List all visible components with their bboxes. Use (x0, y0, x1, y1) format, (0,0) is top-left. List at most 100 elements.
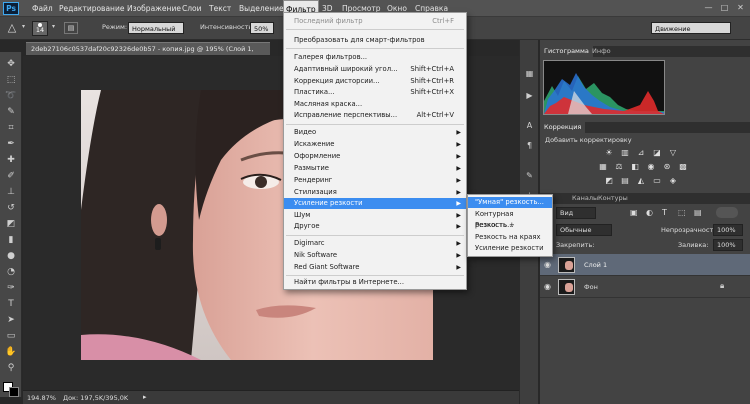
maximize-icon[interactable]: □ (719, 3, 730, 13)
menu-select[interactable]: Выделение (237, 0, 286, 17)
stamp-tool-icon[interactable]: ⊥ (5, 186, 17, 198)
gradient-tool-icon[interactable]: ▮ (5, 234, 17, 246)
menu-item-adaptive-wide-angle[interactable]: Адаптивный широкий угол... Shift+Ctrl+A (284, 64, 466, 75)
menu-item-digimarc[interactable]: Digimarc ▶ (284, 238, 466, 249)
actions-panel-icon[interactable]: ▶ (524, 90, 535, 101)
workspace-select[interactable]: Движение (651, 22, 731, 34)
eye-icon[interactable]: ◉ (544, 260, 551, 269)
menu-edit[interactable]: Редактирование (57, 0, 126, 17)
marquee-tool-icon[interactable]: ⬚ (5, 74, 17, 86)
menu-item-filter-gallery[interactable]: Галерея фильтров... (284, 52, 466, 63)
menu-item-vanishing-point[interactable]: Исправление перспективы... Alt+Ctrl+V (284, 110, 466, 121)
menu-item-other[interactable]: Другое ▶ (284, 221, 466, 232)
filter-type-icon[interactable]: T (662, 208, 667, 217)
tab-histogram[interactable]: Гистограмма (540, 46, 593, 57)
layer-row-background[interactable]: ◉ Фон 🔒︎ (540, 276, 750, 298)
filter-smart-icon[interactable]: ▤ (694, 208, 702, 217)
menu-layers[interactable]: Слои (180, 0, 204, 17)
menu-item-stylize[interactable]: Стилизация ▶ (284, 187, 466, 198)
tab-info[interactable]: Инфо (588, 46, 615, 57)
history-brush-tool-icon[interactable]: ↺ (5, 202, 17, 214)
selective-color-icon[interactable]: ◈ (668, 176, 678, 186)
menu-item-oil-paint[interactable]: Масляная краска... (284, 99, 466, 110)
exposure-icon[interactable]: ◪ (652, 148, 662, 158)
sharpen-tool-icon[interactable]: △ (5, 21, 19, 35)
pen-tool-icon[interactable]: ✑ (5, 282, 17, 294)
menu-item-video[interactable]: Видео ▶ (284, 127, 466, 138)
menu-file[interactable]: Файл (30, 0, 55, 17)
quick-select-tool-icon[interactable]: ✎ (5, 106, 17, 118)
invert-icon[interactable]: ◩ (604, 176, 614, 186)
status-arrow-icon[interactable]: ▸ (143, 393, 147, 401)
layer-name[interactable]: Слой 1 (584, 261, 607, 269)
color-balance-icon[interactable]: ⚖ (614, 162, 624, 172)
vibrance-icon[interactable]: ▽ (668, 148, 678, 158)
hue-saturation-icon[interactable]: ▦ (598, 162, 608, 172)
layer-name[interactable]: Фон (584, 283, 598, 291)
submenu-sharpen[interactable]: Усиление резкости (468, 243, 552, 254)
tab-paths[interactable]: Контуры (594, 193, 632, 204)
posterize-icon[interactable]: ▤ (620, 176, 630, 186)
fill-input[interactable]: 100% (713, 239, 743, 251)
black-white-icon[interactable]: ◧ (630, 162, 640, 172)
layer-row-1[interactable]: ◉ Слой 1 (540, 254, 750, 276)
brush-panel-icon[interactable]: ▤ (64, 22, 78, 34)
mode-select[interactable]: Нормальный (128, 22, 184, 34)
eyedropper-tool-icon[interactable]: ✒ (5, 138, 17, 150)
document-tab[interactable]: 2deb27106c0537daf20c92326de0b57 - копия.… (26, 42, 270, 66)
menu-item-sharpen[interactable]: Усиление резкости ▶ (284, 198, 466, 209)
menu-type[interactable]: Текст (207, 0, 233, 17)
levels-icon[interactable]: ▥ (620, 148, 630, 158)
brightness-icon[interactable]: ☀ (604, 148, 614, 158)
eraser-tool-icon[interactable]: ◩ (5, 218, 17, 230)
filter-shape-icon[interactable]: ⬚ (678, 208, 686, 217)
blend-mode-select[interactable]: Обычные (556, 224, 612, 236)
filter-pixel-icon[interactable]: ▣ (630, 208, 638, 217)
menu-item-blur[interactable]: Размытие ▶ (284, 163, 466, 174)
blur-tool-icon[interactable]: ● (5, 250, 17, 262)
menu-item-lens-correction[interactable]: Коррекция дисторсии... Shift+Ctrl+R (284, 76, 466, 87)
tool-preset-arrow-icon[interactable]: ▾ (22, 23, 25, 30)
brush-tool-icon[interactable]: ✐ (5, 170, 17, 182)
zoom-tool-icon[interactable]: ⚲ (5, 362, 17, 374)
menu-item-noise[interactable]: Шум ▶ (284, 210, 466, 221)
tab-adjustments[interactable]: Коррекция (540, 122, 586, 133)
submenu-unsharp-mask[interactable]: Контурная резкость... (468, 209, 552, 229)
curves-icon[interactable]: ⊿ (636, 148, 646, 158)
menu-item-stylize-design[interactable]: Оформление ▶ (284, 151, 466, 162)
dodge-tool-icon[interactable]: ◔ (5, 266, 17, 278)
layer-filter-toggle[interactable] (716, 207, 738, 218)
filter-adjust-icon[interactable]: ◐ (646, 208, 653, 217)
menu-item-distort[interactable]: Искажение ▶ (284, 139, 466, 150)
background-color-swatch[interactable] (9, 387, 19, 397)
character-panel-icon[interactable]: A (524, 120, 535, 131)
type-tool-icon[interactable]: T (5, 298, 17, 310)
opacity-input[interactable]: 100% (713, 224, 743, 236)
submenu-smart-sharpen[interactable]: "Умная" резкость... (468, 197, 552, 208)
shape-tool-icon[interactable]: ▭ (5, 330, 17, 342)
menu-item-render[interactable]: Рендеринг ▶ (284, 175, 466, 186)
menu-item-browse-filters[interactable]: Найти фильтры в Интернете... (284, 277, 466, 288)
menu-item-red-giant[interactable]: Red Giant Software ▶ (284, 262, 466, 273)
history-panel-icon[interactable]: ▦ (524, 68, 535, 79)
move-tool-icon[interactable]: ✥ (5, 58, 17, 70)
healing-tool-icon[interactable]: ✚ (5, 154, 17, 166)
layer-filter-select[interactable]: Вид (556, 207, 596, 219)
brush-presets-panel-icon[interactable]: ✎ (524, 170, 535, 181)
threshold-icon[interactable]: ◭ (636, 176, 646, 186)
crop-tool-icon[interactable]: ⌗ (5, 122, 17, 134)
zoom-level[interactable]: 194.87% (27, 394, 56, 402)
menu-image[interactable]: Изображение (125, 0, 183, 17)
close-icon[interactable]: ✕ (735, 3, 746, 13)
menu-item-convert-smart[interactable]: Преобразовать для смарт-фильтров (284, 35, 466, 46)
brush-picker-arrow-icon[interactable]: ▾ (52, 23, 55, 30)
eye-icon[interactable]: ◉ (544, 282, 551, 291)
brush-size-picker[interactable]: 14 (32, 21, 48, 36)
submenu-sharpen-more[interactable]: Резкость + (468, 220, 552, 231)
submenu-sharpen-edges[interactable]: Резкость на краях (468, 232, 552, 243)
menu-item-liquify[interactable]: Пластика... Shift+Ctrl+X (284, 87, 466, 98)
lasso-tool-icon[interactable]: ➰ (5, 90, 17, 102)
path-select-tool-icon[interactable]: ➤ (5, 314, 17, 326)
intensity-input[interactable]: 50% (250, 22, 274, 34)
hand-tool-icon[interactable]: ✋ (5, 346, 17, 358)
